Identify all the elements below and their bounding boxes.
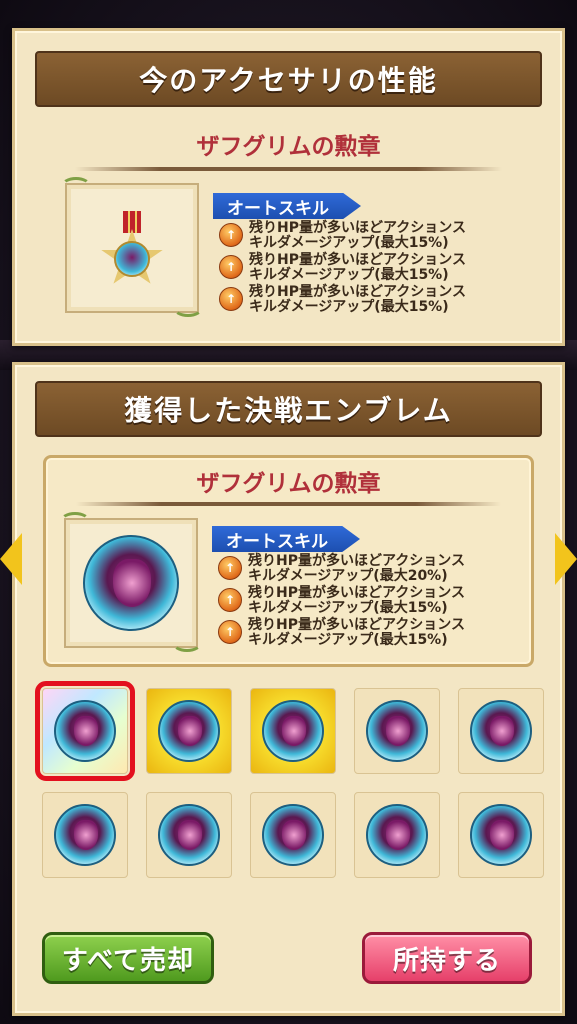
divider [75,167,502,171]
emblem-slot[interactable] [42,792,128,878]
emblem-detail-card: ザフグリムの勲章 オートスキル ↑ 残りHP量が多いほどアクションス キルダメー… [43,455,534,667]
attack-up-icon: ↑ [218,556,242,580]
skill-text-line: キルダメージアップ(最大20%) [248,568,448,584]
emblem-icon [366,700,428,762]
obtained-item-frame [60,512,202,652]
skill-row: ↑ 残りHP量が多いほどアクションス キルダメージアップ(最大20%) [218,554,465,584]
attack-up-icon: ↑ [219,287,243,311]
vine-decoration [173,299,203,317]
attack-up-icon: ↑ [219,223,243,247]
skill-text-line: キルダメージアップ(最大15%) [248,632,448,648]
obtained-emblem-header: 獲得した決戦エンブレム [35,381,542,437]
emblem-icon [366,804,428,866]
skill-row: ↑ 残りHP量が多いほどアクションス キルダメージアップ(最大15%) [219,285,466,315]
emblem-icon [262,804,324,866]
auto-skill-tag: オートスキル [213,193,361,219]
emblem-slot[interactable] [146,792,232,878]
emblem-slot[interactable] [354,688,440,774]
current-item-name: ザフグリムの勲章 [196,134,381,160]
vine-decoration [60,512,90,530]
skill-row: ↑ 残りHP量が多いほどアクションス キルダメージアップ(最大15%) [219,253,466,283]
current-item-frame [61,177,203,317]
emblem-icon [470,804,532,866]
emblem-icon [470,700,532,762]
skill-row: ↑ 残りHP量が多いほどアクションス キルダメージアップ(最大15%) [218,586,465,616]
attack-up-icon: ↑ [219,255,243,279]
right-arrow-icon[interactable] [555,533,577,585]
emblem-slot[interactable] [250,688,336,774]
vine-decoration [61,177,91,195]
keep-button[interactable]: 所持する [362,932,532,984]
obtained-item-name: ザフグリムの勲章 [196,471,381,497]
divider [76,502,501,506]
current-accessory-panel: 今のアクセサリの性能 ザフグリムの勲章 オートスキル ↑ 残りHP量が多いほどア… [12,28,565,346]
emblem-icon [262,700,324,762]
skill-text-line: キルダメージアップ(最大15%) [249,267,449,283]
emblem-slot[interactable] [458,792,544,878]
current-accessory-header: 今のアクセサリの性能 [35,51,542,107]
sell-all-button[interactable]: すべて売却 [42,932,214,984]
skill-text-line: 残りHP量が多いほどアクションス [248,585,465,601]
emblem-icon [83,535,179,631]
skill-text-line: キルダメージアップ(最大15%) [248,600,448,616]
medal-icon [97,211,167,289]
skill-text-line: 残りHP量が多いほどアクションス [248,617,465,633]
attack-up-icon: ↑ [218,588,242,612]
skill-text-line: キルダメージアップ(最大15%) [249,235,449,251]
vine-decoration [172,634,202,652]
auto-skill-tag: オートスキル [212,526,360,552]
emblem-slot[interactable] [35,681,135,781]
skill-text-line: 残りHP量が多いほどアクションス [249,220,466,236]
emblem-slot[interactable] [146,688,232,774]
skill-row: ↑ 残りHP量が多いほどアクションス キルダメージアップ(最大15%) [219,221,466,251]
emblem-slot[interactable] [458,688,544,774]
left-arrow-icon[interactable] [0,533,22,585]
attack-up-icon: ↑ [218,620,242,644]
skill-text-line: 残りHP量が多いほどアクションス [249,252,466,268]
emblem-icon [158,700,220,762]
emblem-icon [158,804,220,866]
skill-text-line: キルダメージアップ(最大15%) [249,299,449,315]
emblem-slot[interactable] [250,792,336,878]
skill-text-line: 残りHP量が多いほどアクションス [249,284,466,300]
skill-row: ↑ 残りHP量が多いほどアクションス キルダメージアップ(最大15%) [218,618,465,648]
emblem-slot[interactable] [354,792,440,878]
emblem-icon [54,700,116,762]
skill-text-line: 残りHP量が多いほどアクションス [248,553,465,569]
emblem-icon [54,804,116,866]
